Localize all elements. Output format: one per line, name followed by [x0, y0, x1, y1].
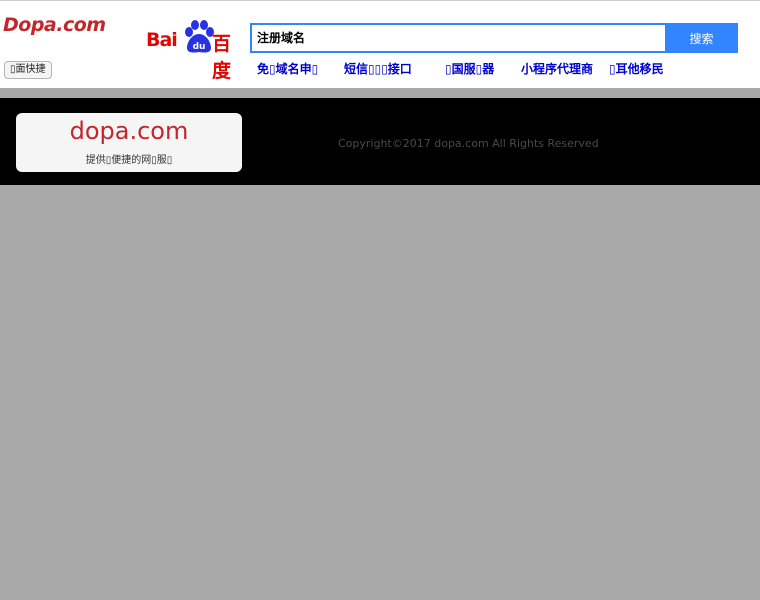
copyright-text: Copyright©2017 dopa.com All Rights Reser…	[338, 137, 599, 150]
nav-link-sms-api[interactable]: 短信▯▯▯接口	[344, 60, 412, 76]
card-domain: dopa.com	[69, 117, 189, 145]
nav-link-immigration[interactable]: ▯耳他移民	[609, 60, 664, 76]
nav-link-mini-program-agent[interactable]: 小程序代理商	[521, 60, 593, 76]
nav-link-free-domain[interactable]: 免▯域名申▯	[257, 60, 318, 76]
top-divider	[0, 0, 760, 1]
site-card[interactable]: dopa.com 提供▯便捷的网▯服▯	[16, 113, 242, 172]
baidu-paw-label: du	[193, 42, 206, 52]
baidu-logo-du: 百度	[212, 33, 232, 82]
baidu-logo[interactable]: Bai du 百度	[146, 20, 246, 82]
search-input[interactable]	[250, 23, 667, 53]
baidu-paw-icon: du	[185, 20, 214, 53]
baidu-logo-bai: Bai	[146, 29, 178, 51]
site-logo[interactable]: Dopa.com	[3, 14, 106, 36]
top-header: Dopa.com ▯面快捷 Bai du 百度 搜索 免▯域名申▯ 短信▯▯▯接…	[0, 0, 760, 88]
empty-content-area	[0, 185, 760, 600]
search-button[interactable]: 搜索	[665, 23, 738, 53]
nav-link-server[interactable]: ▯国服▯器	[445, 60, 494, 76]
card-tagline: 提供▯便捷的网▯服▯	[85, 155, 173, 166]
set-homepage-button[interactable]: ▯面快捷	[4, 61, 52, 79]
